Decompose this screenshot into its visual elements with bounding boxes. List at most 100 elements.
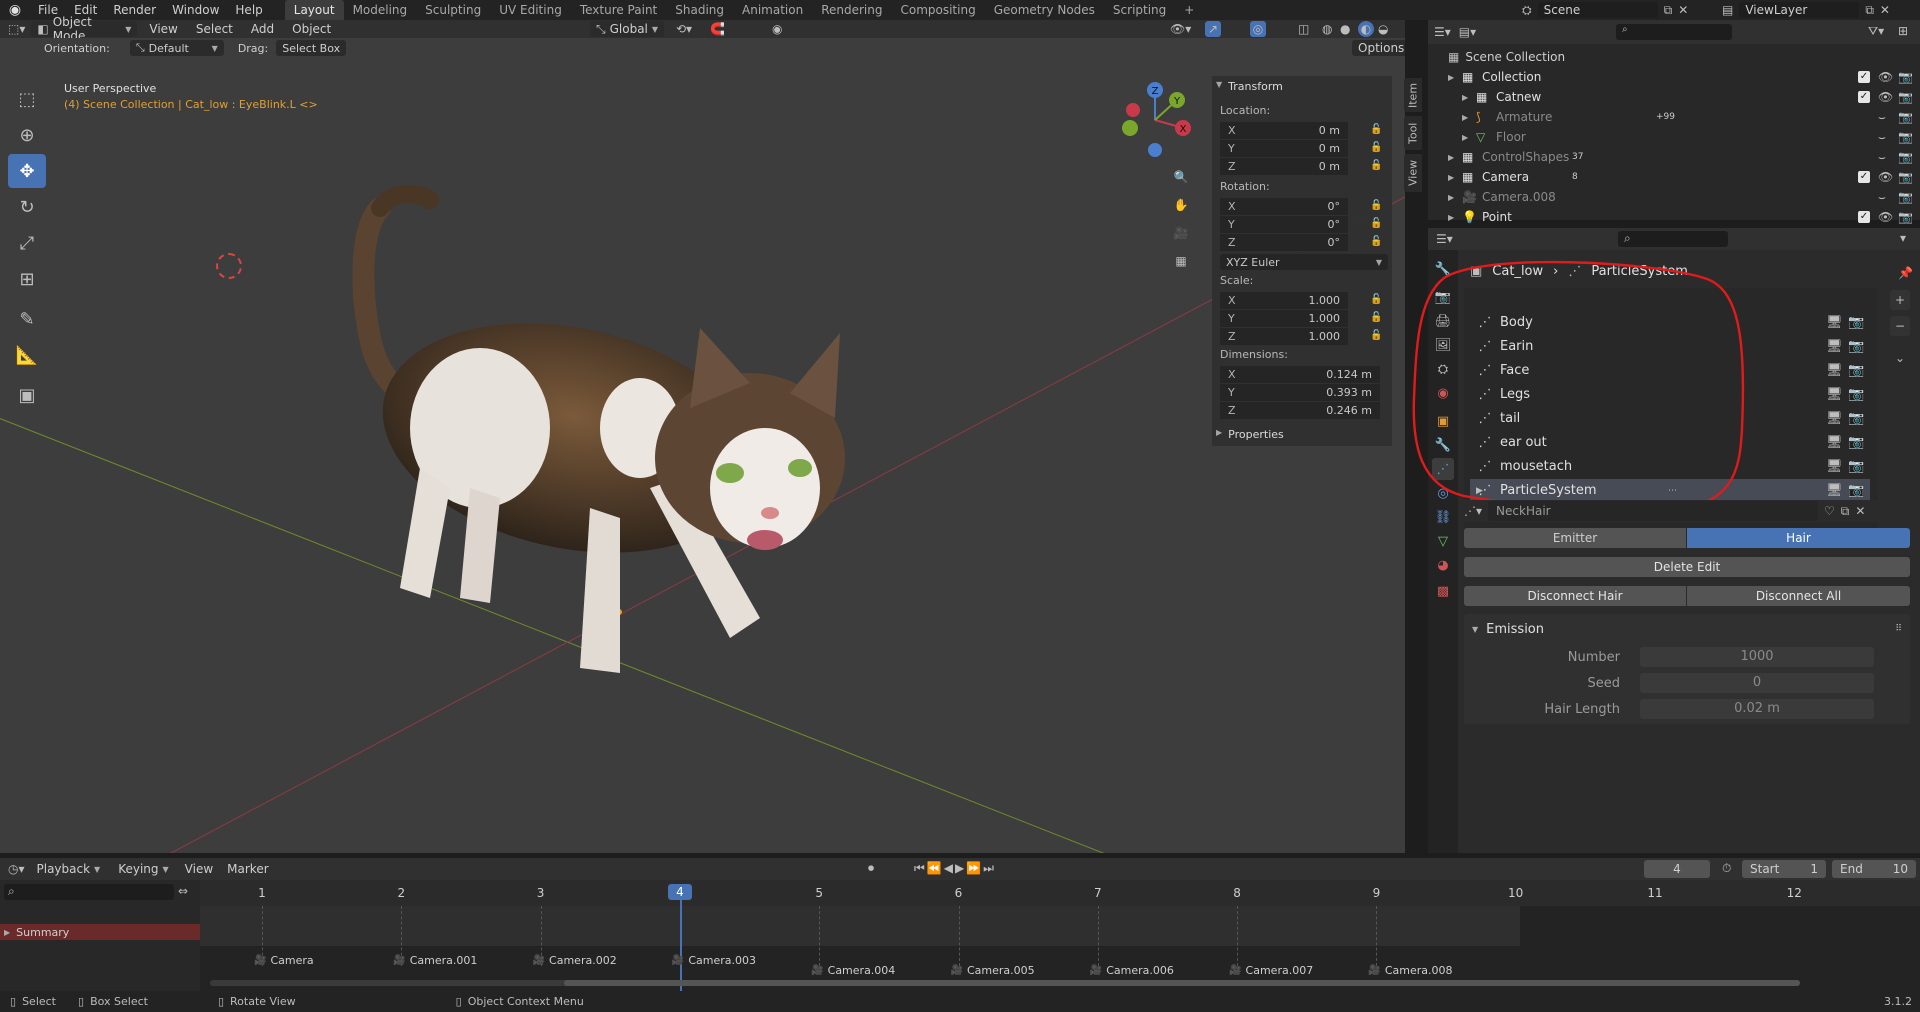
tab-animation[interactable]: Animation bbox=[733, 0, 812, 20]
chevron-right-icon[interactable]: ▶ bbox=[1462, 113, 1468, 122]
delete-edit-button[interactable]: Delete Edit bbox=[1464, 557, 1910, 577]
disconnect-hair-button[interactable]: Disconnect Hair bbox=[1464, 586, 1686, 606]
xray-icon[interactable]: ◫ bbox=[1298, 22, 1309, 36]
render-camera-icon[interactable]: 📷 bbox=[1898, 190, 1913, 204]
tab-uv-editing[interactable]: UV Editing bbox=[490, 0, 571, 20]
outliner-row[interactable]: ▶ ⟆ Armature +99 ⌣ 📷 bbox=[1428, 107, 1920, 127]
scene-field[interactable]: Scene bbox=[1537, 2, 1658, 18]
tab-tool[interactable]: Tool bbox=[1404, 116, 1422, 150]
location-y-field[interactable]: Y0 m bbox=[1220, 140, 1348, 157]
material-tab[interactable]: ◕ bbox=[1432, 554, 1454, 576]
timeline-search-input[interactable]: ⌕ bbox=[4, 884, 174, 900]
lock-icon[interactable]: 🔓 bbox=[1370, 200, 1382, 211]
exclude-checkbox[interactable]: ✓ bbox=[1858, 211, 1870, 223]
lock-icon[interactable]: 🔓 bbox=[1370, 160, 1382, 171]
location-z-field[interactable]: Z0 m bbox=[1220, 158, 1348, 175]
outliner-row[interactable]: ▶ 🎥 Camera.008 ⌣ 📷 bbox=[1428, 187, 1920, 207]
pan-hand-icon[interactable]: ✋ bbox=[1170, 194, 1192, 216]
tab-texture-paint[interactable]: Texture Paint bbox=[571, 0, 666, 20]
visibility-eye-icon[interactable]: ⌣ bbox=[1878, 130, 1886, 145]
particle-settings-icon[interactable]: ⋰▾ bbox=[1464, 504, 1482, 518]
show-render-icon[interactable]: 📷 bbox=[1848, 435, 1864, 450]
chevron-right-icon[interactable]: ▶ bbox=[1462, 93, 1468, 102]
camera-marker[interactable]: 🎥 Camera.006 bbox=[1090, 964, 1174, 977]
overlay-toggle-icon[interactable]: ◎ bbox=[1250, 21, 1266, 37]
show-viewport-icon[interactable]: 🖥 bbox=[1826, 339, 1843, 354]
texture-tab[interactable]: ▩ bbox=[1432, 580, 1454, 602]
new-viewlayer-icon[interactable]: ⧉ bbox=[1865, 3, 1874, 18]
disconnect-all-button[interactable]: Disconnect All bbox=[1687, 586, 1910, 606]
material-preview-icon[interactable]: ◐ bbox=[1358, 21, 1374, 37]
zoom-icon[interactable]: 🔍 bbox=[1170, 166, 1192, 188]
3d-cursor[interactable] bbox=[216, 253, 242, 279]
show-viewport-icon[interactable]: 🖥 bbox=[1826, 363, 1843, 378]
remove-icon[interactable]: − bbox=[1890, 316, 1910, 336]
playback-menu[interactable]: Playback ▼ bbox=[31, 860, 107, 878]
exclude-checkbox[interactable]: ✓ bbox=[1858, 171, 1870, 183]
menu-help[interactable]: Help bbox=[227, 0, 270, 20]
render-camera-icon[interactable]: 📷 bbox=[1898, 210, 1913, 224]
show-viewport-icon[interactable]: 🖥 bbox=[1826, 315, 1843, 330]
camera-marker[interactable]: 🎥 Camera.004 bbox=[811, 964, 895, 977]
tab-geometry-nodes[interactable]: Geometry Nodes bbox=[985, 0, 1104, 20]
snap-icon[interactable]: 🧲 bbox=[710, 22, 725, 36]
outliner-row[interactable]: ▶ 💡 Point ✓ 👁 📷 bbox=[1428, 207, 1920, 227]
visibility-eye-icon[interactable]: 👁 bbox=[1878, 170, 1893, 184]
unlink-icon[interactable]: ✕ bbox=[1855, 504, 1865, 518]
rotation-y-field[interactable]: Y 0° bbox=[1220, 216, 1348, 233]
properties-search-input[interactable]: ⌕ bbox=[1618, 231, 1728, 247]
chevron-right-icon[interactable]: ▶ bbox=[1448, 153, 1454, 162]
tab-rendering[interactable]: Rendering bbox=[812, 0, 891, 20]
start-frame-field[interactable]: Start 1 bbox=[1742, 860, 1826, 878]
outliner-row[interactable]: ▶ ▦ ControlShapes 37 ⌣ 📷 bbox=[1428, 147, 1920, 167]
camera-marker[interactable]: 🎥 Camera.003 bbox=[672, 954, 756, 967]
tab-item[interactable]: Item bbox=[1404, 78, 1422, 112]
show-render-icon[interactable]: 📷 bbox=[1848, 411, 1864, 426]
camera-marker[interactable]: 🎥 Camera bbox=[254, 954, 314, 967]
render-camera-icon[interactable]: 📷 bbox=[1898, 170, 1913, 184]
gizmo-toggle-icon[interactable]: ↗ bbox=[1205, 21, 1221, 37]
navigation-gizmo[interactable]: Z X Y bbox=[1115, 80, 1195, 160]
pivot-point-icon[interactable]: ⟲▾ bbox=[676, 22, 692, 36]
new-collection-icon[interactable]: ⊞ bbox=[1898, 24, 1908, 38]
lock-icon[interactable]: 🔓 bbox=[1370, 142, 1382, 153]
timeline-marker-menu[interactable]: Marker bbox=[223, 862, 272, 876]
render-camera-icon[interactable]: 📷 bbox=[1898, 110, 1913, 124]
new-scene-icon[interactable]: ⧉ bbox=[1664, 3, 1673, 18]
playback-controls-icon[interactable]: ⏮⏪◀▶⏩⏭ bbox=[914, 861, 996, 876]
emission-panel-header[interactable]: ▼ Emission ⠿ bbox=[1464, 614, 1910, 644]
show-render-icon[interactable]: 📷 bbox=[1848, 363, 1864, 378]
tab-compositing[interactable]: Compositing bbox=[891, 0, 984, 20]
scale-x-field[interactable]: X 1.000 bbox=[1220, 292, 1348, 309]
render-camera-icon[interactable]: 📷 bbox=[1898, 130, 1913, 144]
editor-type-icon[interactable]: ◷▾ bbox=[8, 862, 25, 876]
visibility-eye-icon[interactable]: ⌣ bbox=[1878, 150, 1886, 165]
render-camera-icon[interactable]: 📷 bbox=[1898, 90, 1913, 104]
camera-marker[interactable]: 🎥 Camera.002 bbox=[533, 954, 617, 967]
menu-view[interactable]: View bbox=[143, 22, 183, 36]
tab-scripting[interactable]: Scripting bbox=[1104, 0, 1175, 20]
show-viewport-icon[interactable]: 🖥 bbox=[1826, 483, 1843, 498]
cat-model[interactable] bbox=[340, 168, 980, 728]
camera-marker[interactable]: 🎥 Camera.001 bbox=[393, 954, 477, 967]
stopwatch-icon[interactable]: ⏱ bbox=[1722, 861, 1731, 876]
orientation-dropdown[interactable]: ⤡ Default ▼ bbox=[129, 40, 224, 56]
emitter-type-button[interactable]: Emitter bbox=[1464, 528, 1686, 548]
transform-panel-header[interactable]: ▼ Transform bbox=[1216, 80, 1283, 93]
lock-icon[interactable]: 🔓 bbox=[1370, 330, 1382, 341]
tab-layout[interactable]: Layout bbox=[284, 0, 344, 20]
display-mode-icon[interactable]: ▤▾ bbox=[1459, 25, 1476, 39]
chevron-right-icon[interactable]: ▶ bbox=[1448, 173, 1454, 182]
camera-marker[interactable]: 🎥 Camera.008 bbox=[1368, 964, 1452, 977]
measure-tool[interactable]: 📐 bbox=[8, 338, 46, 372]
filter-icon[interactable]: ⛛▾ bbox=[1868, 24, 1884, 39]
visibility-eye-icon[interactable]: 👁 bbox=[1878, 90, 1893, 104]
add-icon[interactable]: + bbox=[1890, 290, 1910, 310]
editor-type-icon[interactable]: ⬚▾ bbox=[8, 22, 25, 36]
outliner-row[interactable]: ▶ ▦ Collection ✓ 👁 📷 bbox=[1428, 67, 1920, 87]
lock-icon[interactable]: 🔓 bbox=[1370, 312, 1382, 323]
menu-object[interactable]: Object bbox=[286, 22, 337, 36]
rotation-z-field[interactable]: Z 0° bbox=[1220, 234, 1348, 251]
show-render-icon[interactable]: 📷 bbox=[1848, 459, 1864, 474]
show-render-icon[interactable]: 📷 bbox=[1848, 315, 1864, 330]
